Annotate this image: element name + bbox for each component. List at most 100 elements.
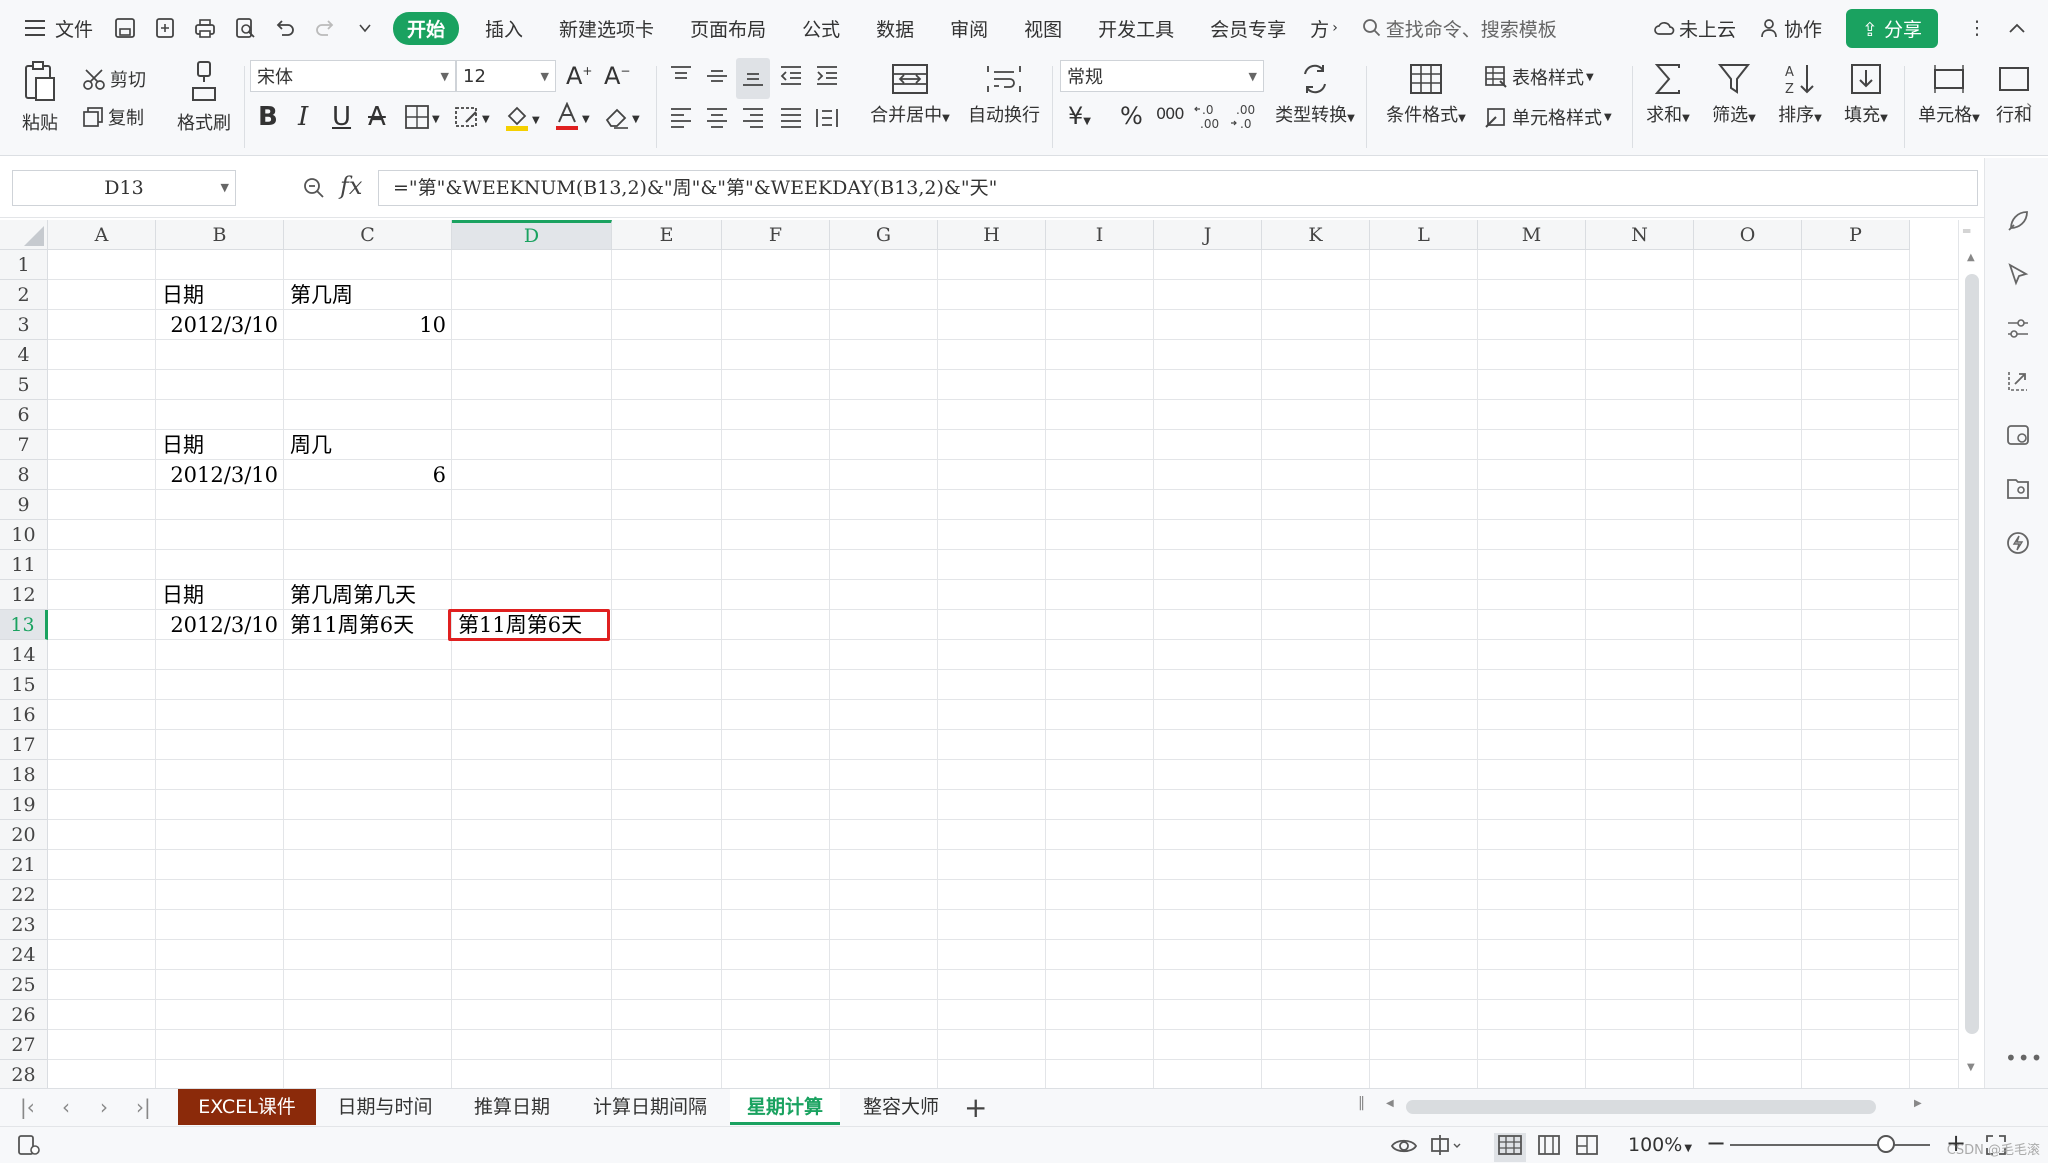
tab-more[interactable]: 方 ›: [1304, 0, 1344, 56]
add-sheet-icon[interactable]: +: [964, 1091, 987, 1124]
cell-format-button[interactable]: ▼: [454, 104, 490, 135]
row-header[interactable]: 24: [0, 940, 48, 970]
row-header[interactable]: 17: [0, 730, 48, 760]
last-sheet-icon[interactable]: ›|: [136, 1095, 151, 1119]
cut-button[interactable]: 剪切: [82, 66, 146, 92]
customize-toolbar-icon[interactable]: [352, 15, 378, 41]
cell-b12[interactable]: 日期: [162, 580, 284, 610]
more-options-icon[interactable]: ⋮: [1964, 15, 1990, 41]
cursor-select-icon[interactable]: [2005, 262, 2031, 288]
formula-input[interactable]: ="第"&WEEKNUM(B13,2)&"周"&"第"&WEEKDAY(B13,…: [378, 170, 1978, 206]
print-icon[interactable]: [192, 15, 218, 41]
sheet-tab-cleanup-master[interactable]: 整容大师: [842, 1089, 960, 1125]
row-header[interactable]: 22: [0, 880, 48, 910]
column-header[interactable]: G: [830, 220, 938, 250]
collab-button[interactable]: 协作: [1748, 0, 1834, 56]
column-header[interactable]: F: [722, 220, 830, 250]
cloud-status[interactable]: 未上云: [1641, 0, 1748, 56]
share-button[interactable]: ⇪ 分享: [1846, 8, 1938, 48]
cell-b8[interactable]: 2012/3/10: [156, 460, 278, 490]
row-header[interactable]: 4: [0, 340, 48, 370]
cell-b13[interactable]: 2012/3/10: [156, 610, 278, 640]
tab-split-handle[interactable]: ‖: [1358, 1095, 1365, 1111]
column-header[interactable]: K: [1262, 220, 1370, 250]
fill-color-button[interactable]: ▼: [504, 104, 540, 137]
vertical-scrollbar[interactable]: ▲ ▼ ═: [1958, 220, 1984, 1088]
cell-b3[interactable]: 2012/3/10: [156, 310, 278, 340]
select-all-corner[interactable]: [0, 220, 48, 250]
font-name-select[interactable]: 宋体 ▼: [250, 60, 456, 92]
row-header[interactable]: 20: [0, 820, 48, 850]
sheet-tab-date-calc[interactable]: 推算日期: [454, 1089, 570, 1125]
eye-protect-icon[interactable]: [1390, 1133, 1418, 1162]
tab-insert[interactable]: 插入: [467, 0, 541, 56]
sheet-tab-excel-courseware[interactable]: EXCEL课件: [178, 1089, 316, 1125]
increase-font-button[interactable]: A+: [566, 62, 592, 90]
row-header[interactable]: 21: [0, 850, 48, 880]
cell-style-button[interactable]: 单元格样式 ▼: [1484, 104, 1612, 130]
borders-button[interactable]: ▼: [404, 104, 440, 135]
filter-button[interactable]: 筛选▼: [1706, 62, 1762, 127]
name-box[interactable]: D13 ▼: [12, 170, 236, 206]
save-icon[interactable]: [112, 15, 138, 41]
column-header[interactable]: J: [1154, 220, 1262, 250]
zoom-formula-icon[interactable]: [302, 176, 326, 204]
paste-button[interactable]: 粘贴: [14, 60, 66, 135]
tab-view[interactable]: 视图: [1006, 0, 1080, 56]
column-header[interactable]: N: [1586, 220, 1694, 250]
column-header[interactable]: C: [284, 220, 452, 250]
book-search-icon[interactable]: [2005, 476, 2031, 502]
decrease-indent-button[interactable]: [778, 64, 804, 93]
cell-c13[interactable]: 第11周第6天: [290, 610, 452, 640]
normal-view-icon[interactable]: [1494, 1133, 1526, 1162]
column-header[interactable]: E: [612, 220, 722, 250]
zoom-slider-track[interactable]: [1730, 1144, 1930, 1146]
page-layout-view-icon[interactable]: [1536, 1133, 1562, 1162]
clear-format-button[interactable]: ▼: [604, 104, 640, 135]
scroll-right-icon[interactable]: ▶: [1914, 1098, 1922, 1109]
number-format-select[interactable]: 常规 ▼: [1060, 60, 1264, 92]
cell-b2[interactable]: 日期: [162, 280, 284, 310]
thousands-button[interactable]: 000: [1156, 104, 1185, 123]
font-color-button[interactable]: ▼: [554, 101, 590, 137]
percent-button[interactable]: %: [1120, 102, 1143, 130]
column-header[interactable]: D: [452, 220, 612, 250]
scroll-left-icon[interactable]: ◀: [1386, 1098, 1394, 1109]
distributed-align-button[interactable]: [814, 106, 840, 135]
first-sheet-icon[interactable]: |‹: [20, 1095, 35, 1119]
image-settings-icon[interactable]: [2005, 422, 2031, 448]
justify-button[interactable]: [778, 106, 804, 135]
underline-button[interactable]: U: [332, 102, 351, 132]
file-menu[interactable]: 文件: [0, 0, 105, 56]
zoom-slider-knob[interactable]: [1877, 1135, 1895, 1153]
wrap-text-button[interactable]: 自动换行: [964, 62, 1044, 127]
horizontal-scroll-thumb[interactable]: [1406, 1100, 1876, 1114]
zoom-out-icon[interactable]: −: [1706, 1129, 1726, 1157]
row-header[interactable]: 9: [0, 490, 48, 520]
column-header[interactable]: P: [1802, 220, 1910, 250]
cell-c8[interactable]: 6: [284, 460, 446, 490]
row-header[interactable]: 2: [0, 280, 48, 310]
undo-icon[interactable]: [272, 15, 298, 41]
prev-sheet-icon[interactable]: ‹: [62, 1095, 70, 1119]
column-header[interactable]: I: [1046, 220, 1154, 250]
sum-button[interactable]: 求和▼: [1640, 62, 1696, 127]
cell-c12[interactable]: 第几周第几天: [290, 580, 452, 610]
scroll-up-icon[interactable]: ▲: [1967, 252, 1975, 263]
row-header[interactable]: 12: [0, 580, 48, 610]
split-handle-icon[interactable]: ═: [1963, 224, 1970, 238]
tab-page-layout[interactable]: 页面布局: [672, 0, 784, 56]
font-size-select[interactable]: 12 ▼: [456, 60, 556, 92]
row-header[interactable]: 13: [0, 610, 48, 640]
more-tools-icon[interactable]: •••: [2005, 1046, 2042, 1072]
cell-button[interactable]: 单元格▼: [1914, 62, 1984, 127]
macro-record-icon[interactable]: [16, 1133, 42, 1162]
cell-c2[interactable]: 第几周: [290, 280, 452, 310]
fill-button[interactable]: 填充▼: [1838, 62, 1894, 127]
row-header[interactable]: 11: [0, 550, 48, 580]
input-method-icon[interactable]: [1428, 1133, 1462, 1162]
increase-decimal-button[interactable]: .0.00: [1194, 102, 1222, 137]
tab-start[interactable]: 开始: [385, 0, 467, 56]
tab-member[interactable]: 会员专享: [1192, 0, 1304, 56]
column-header[interactable]: O: [1694, 220, 1802, 250]
